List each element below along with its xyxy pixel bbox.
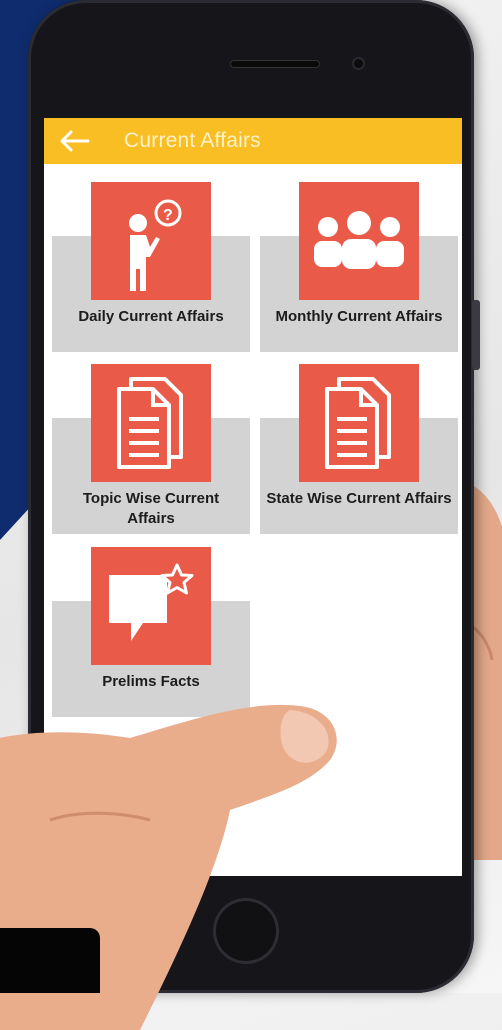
- tile-label: Topic Wise Current Affairs: [82, 490, 220, 527]
- tile-monthly-current-affairs[interactable]: Monthly Current Affairs: [260, 182, 458, 352]
- back-arrow-icon[interactable]: [58, 129, 90, 153]
- tile-topic-wise-current-affairs[interactable]: Topic Wise Current Affairs: [52, 364, 250, 534]
- speech-bubble-star-icon: [91, 547, 211, 665]
- documents-icon: [91, 364, 211, 482]
- tile-state-wise-current-affairs[interactable]: State Wise Current Affairs: [260, 364, 458, 534]
- corner-black-block: [0, 928, 100, 993]
- tile-label: Prelims Facts: [102, 673, 200, 690]
- documents-icon: [299, 364, 419, 482]
- app-bar: Current Affairs: [44, 118, 462, 164]
- phone-camera: [352, 57, 365, 70]
- phone-side-button: [472, 300, 480, 370]
- phone-speaker: [230, 60, 320, 68]
- tile-label: Daily Current Affairs: [78, 308, 224, 325]
- tile-prelims-facts[interactable]: Prelims Facts: [52, 547, 250, 717]
- tile-label: Monthly Current Affairs: [275, 308, 443, 325]
- thinking-person-icon: ?: [91, 182, 211, 300]
- group-people-icon: [299, 182, 419, 300]
- page-title: Current Affairs: [124, 129, 261, 152]
- tile-label: State Wise Current Affairs: [266, 490, 452, 507]
- tile-daily-current-affairs[interactable]: ? Daily Current Affairs: [52, 182, 250, 352]
- svg-text:?: ?: [163, 207, 173, 224]
